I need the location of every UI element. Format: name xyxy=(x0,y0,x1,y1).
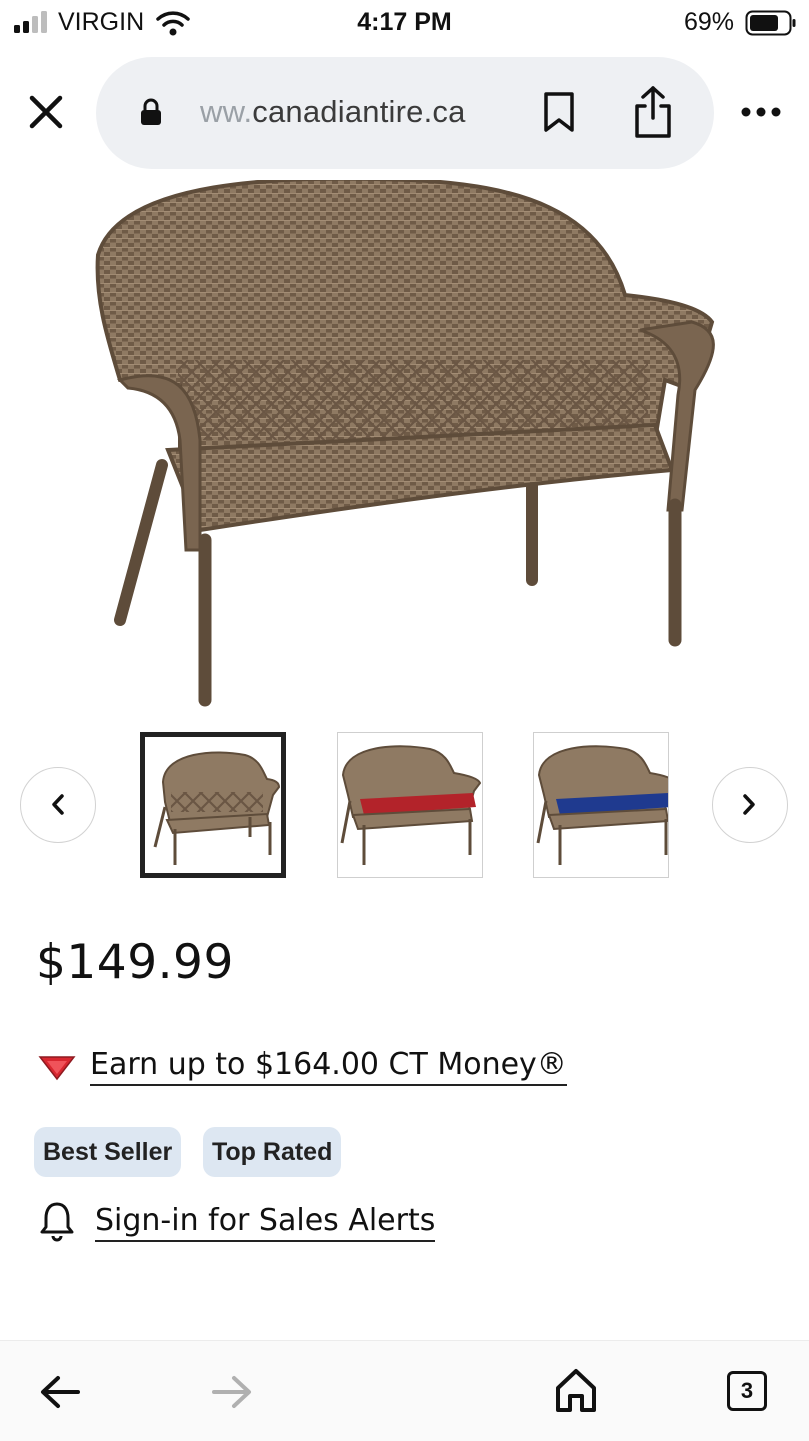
share-button[interactable] xyxy=(630,84,676,142)
lock-icon xyxy=(141,98,161,125)
back-button[interactable] xyxy=(38,1372,82,1412)
thumbnail-2[interactable] xyxy=(337,732,483,878)
product-price: $149.99 xyxy=(36,935,234,990)
chevron-right-icon xyxy=(743,794,755,815)
product-image[interactable] xyxy=(80,180,730,710)
sales-alerts-link[interactable]: Sign-in for Sales Alerts xyxy=(95,1203,436,1242)
thumbnail-1[interactable] xyxy=(140,732,286,878)
badge-best-seller: Best Seller xyxy=(34,1127,182,1177)
thumbnail-image xyxy=(153,751,281,865)
bookmark-button[interactable] xyxy=(540,90,578,136)
more-icon xyxy=(741,107,781,117)
badge-top-rated: Top Rated xyxy=(203,1127,342,1177)
home-icon xyxy=(556,1369,596,1412)
more-options-button[interactable] xyxy=(736,100,786,124)
bookmark-icon xyxy=(544,92,574,132)
url-prefix: ww. xyxy=(200,94,253,129)
home-button[interactable] xyxy=(554,1366,598,1414)
thumbnail-next-button[interactable] xyxy=(712,767,788,843)
share-icon xyxy=(635,86,671,138)
tabs-button[interactable]: 3 xyxy=(727,1371,767,1411)
close-button[interactable] xyxy=(22,90,72,136)
chevron-left-icon xyxy=(52,794,64,815)
close-icon xyxy=(29,95,63,129)
forward-button[interactable] xyxy=(210,1372,254,1412)
arrow-right-icon xyxy=(212,1376,251,1408)
thumbnail-image xyxy=(340,745,482,865)
ct-money-link[interactable]: Earn up to $164.00 CT Money® xyxy=(90,1047,567,1086)
browser-toolbar xyxy=(0,1340,809,1441)
thumbnail-image xyxy=(536,745,668,865)
battery-icon xyxy=(745,10,796,36)
url-text: ww.canadiantire.ca xyxy=(200,94,466,130)
status-bar: VIRGIN 4:17 PM 69% xyxy=(0,0,809,46)
battery-percent: 69% xyxy=(684,8,735,36)
thumbnail-3[interactable] xyxy=(533,732,669,878)
thumbnail-prev-button[interactable] xyxy=(20,767,96,843)
ct-triangle-icon xyxy=(38,1056,76,1081)
url-domain: canadiantire.ca xyxy=(252,94,466,129)
bell-icon xyxy=(40,1202,74,1242)
arrow-left-icon xyxy=(41,1376,80,1408)
